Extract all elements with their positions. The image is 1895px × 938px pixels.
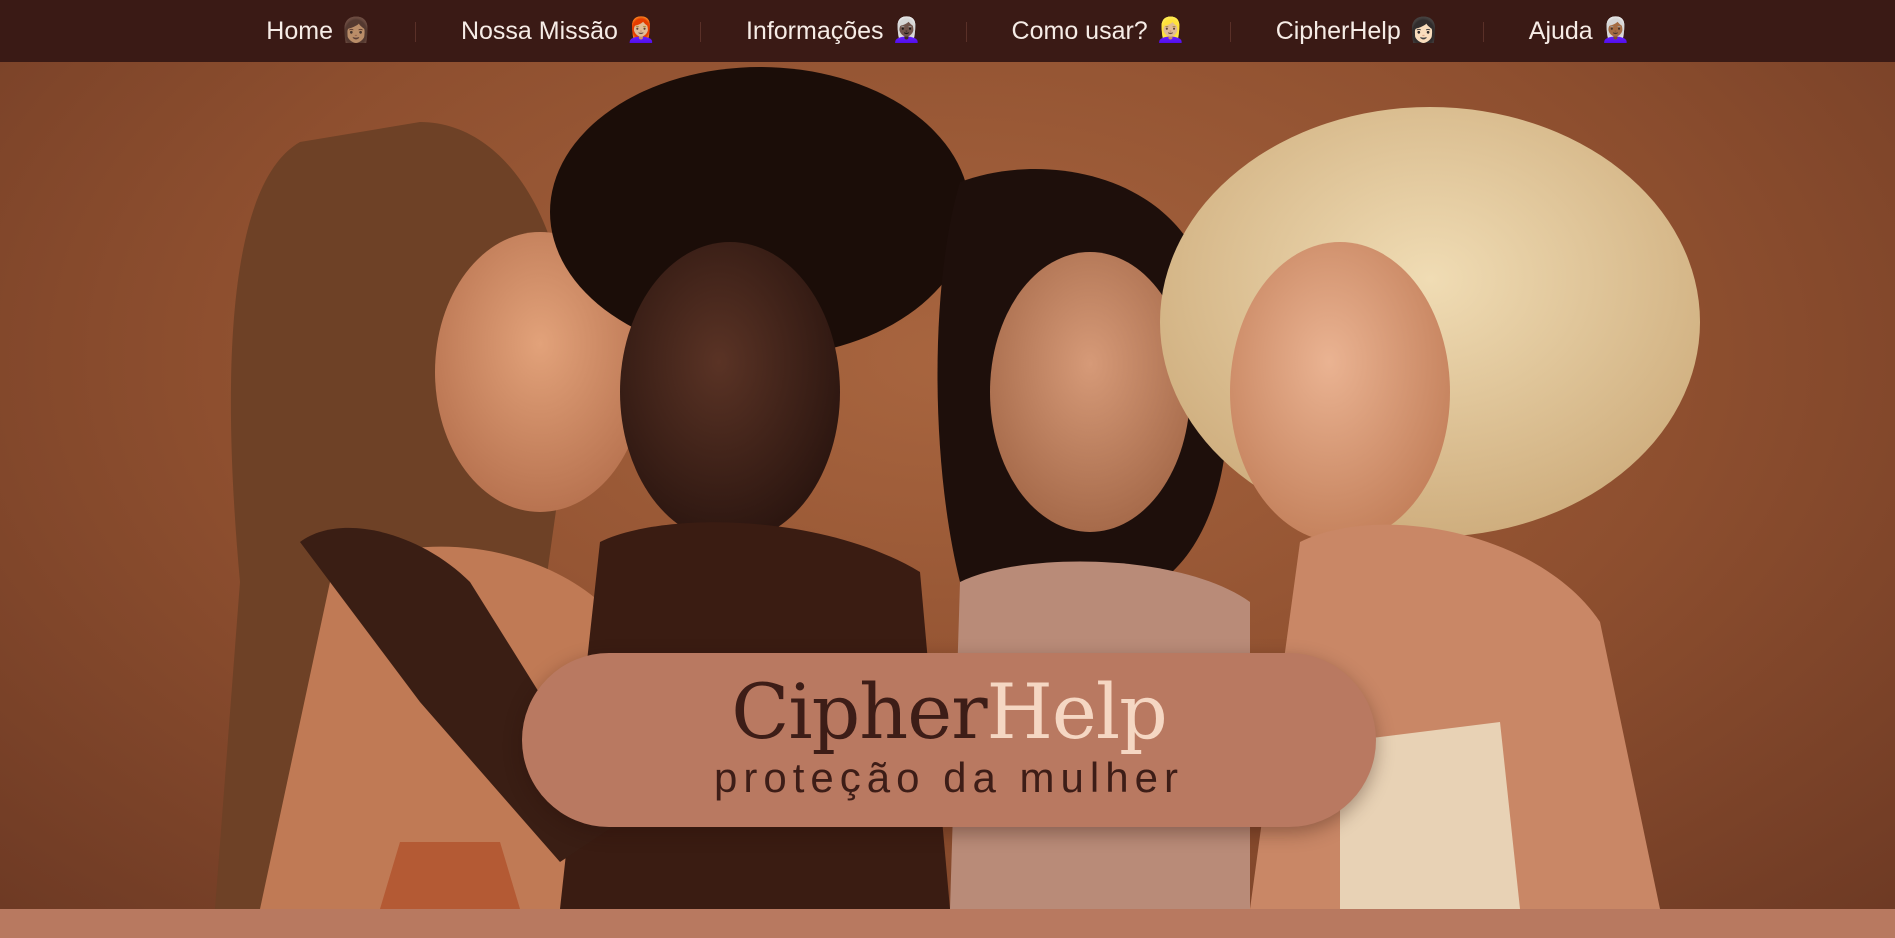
top-navbar: Home 👩🏽 Nossa Missão 👩🏼‍🦰 Informações 👩🏿… — [0, 0, 1895, 62]
nav-list: Home 👩🏽 Nossa Missão 👩🏼‍🦰 Informações 👩🏿… — [220, 0, 1674, 62]
woman-white-hair-dark-skin-icon: 👩🏿‍🦳 — [891, 17, 922, 44]
nav-item-nossa-missao[interactable]: Nossa Missão 👩🏼‍🦰 — [414, 0, 700, 62]
brand-pill: CipherHelp proteção da mulher — [522, 653, 1376, 827]
nav-label-ajuda: Ajuda — [1528, 16, 1593, 45]
woman-medium-skin-icon: 👩🏽 — [340, 17, 371, 44]
woman-white-hair-icon: 👩🏾‍🦳 — [1600, 17, 1631, 44]
nav-item-informacoes[interactable]: Informações 👩🏿‍🦳 — [699, 0, 966, 62]
brand-tagline: proteção da mulher — [714, 754, 1184, 801]
nav-item-cipherhelp[interactable]: CipherHelp 👩🏻 — [1229, 0, 1483, 62]
nav-label-home: Home — [266, 16, 333, 45]
nav-item-ajuda[interactable]: Ajuda 👩🏾‍🦳 — [1482, 0, 1675, 62]
footer-strip — [0, 909, 1895, 938]
brand-title: CipherHelp — [731, 672, 1168, 752]
hero-banner: CipherHelp proteção da mulher — [0, 62, 1895, 909]
woman-blonde-icon: 👱🏼‍♀️ — [1155, 17, 1186, 44]
woman-red-hair-icon: 👩🏼‍🦰 — [625, 17, 656, 44]
nav-label-informacoes: Informações — [745, 16, 884, 45]
nav-label-cipherhelp: CipherHelp — [1275, 16, 1401, 45]
brand-title-part2: Help — [986, 667, 1168, 756]
brand-title-part1: Cipher — [731, 667, 987, 756]
nav-label-como-usar: Como usar? — [1011, 16, 1148, 45]
nav-item-home[interactable]: Home 👩🏽 — [220, 0, 415, 62]
woman-light-skin-icon: 👩🏻 — [1408, 17, 1439, 44]
nav-label-nossa-missao: Nossa Missão — [460, 16, 618, 45]
nav-item-como-usar[interactable]: Como usar? 👱🏼‍♀️ — [965, 0, 1230, 62]
